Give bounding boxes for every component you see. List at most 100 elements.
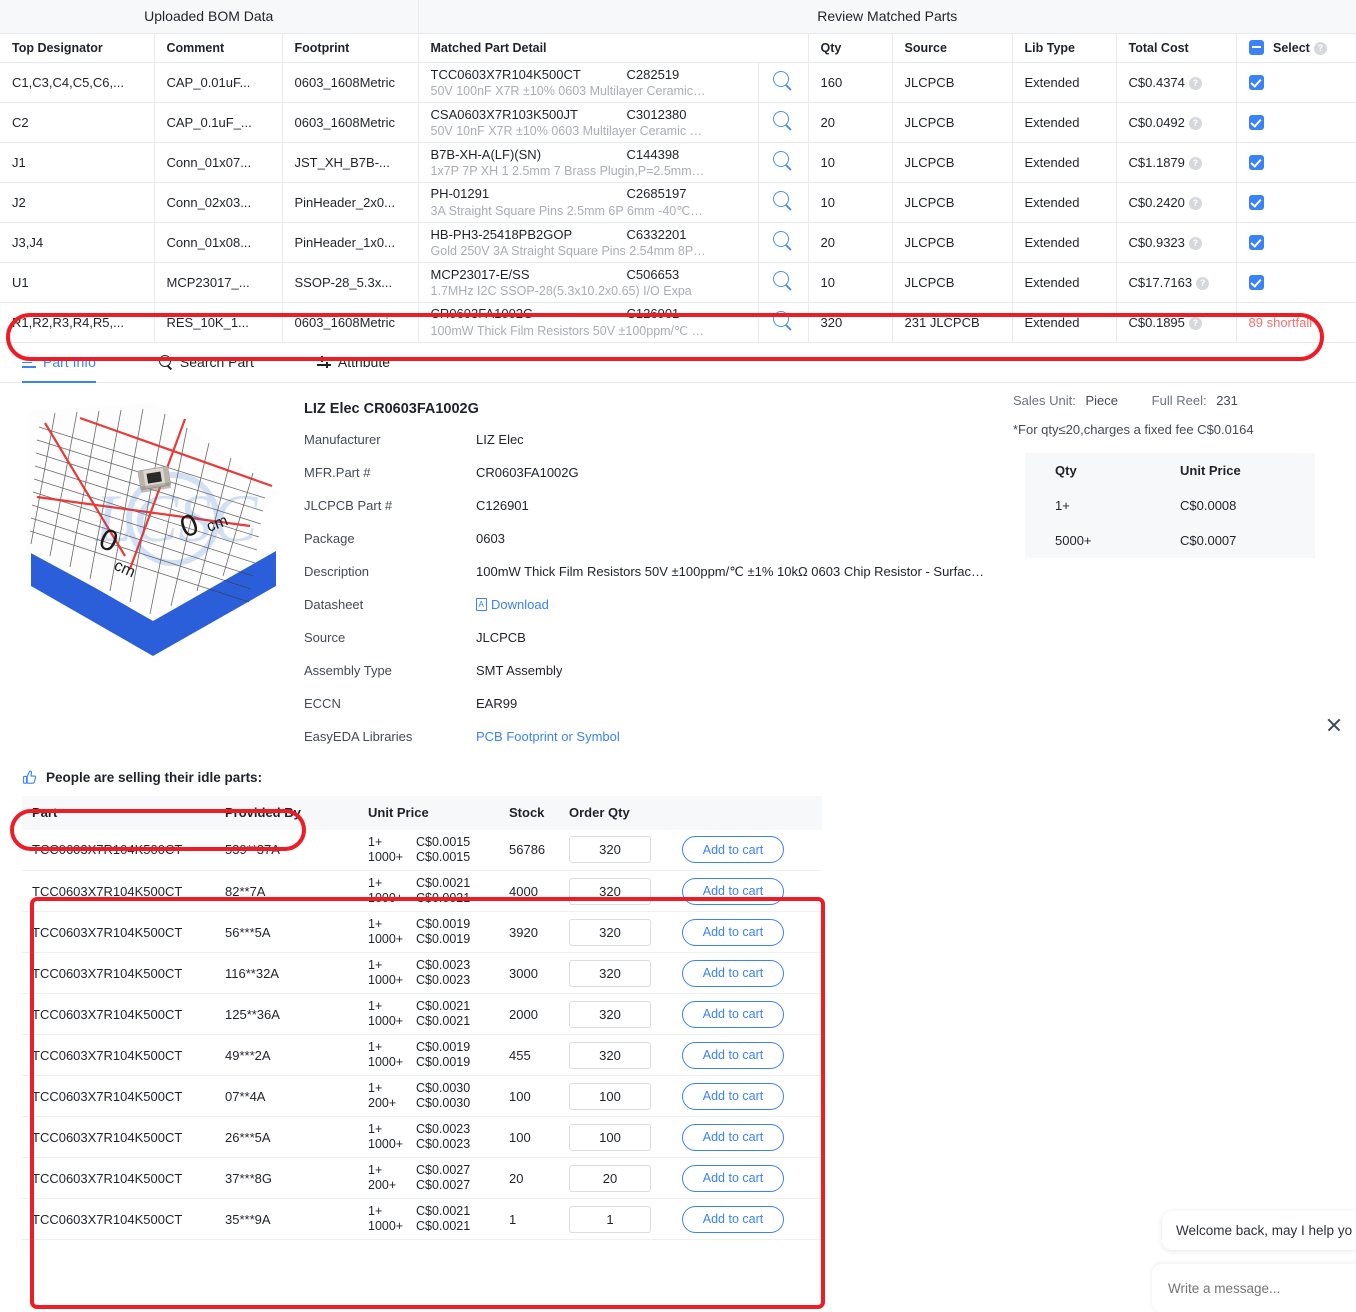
idle-cell-part: TCC0603X7R104K500CT bbox=[22, 912, 215, 953]
table-row[interactable]: J2Conn_02x03...PinHeader_2x0...PH-01291C… bbox=[0, 182, 1356, 222]
part-detail-panel: Part Info Search Part Attribute bbox=[0, 343, 1356, 762]
list-item: TCC0603X7R104K500CT82**7A1+C$0.00211000+… bbox=[22, 871, 822, 912]
table-row[interactable]: C2CAP_0.1uF_...0603_1608MetricCSA0603X7R… bbox=[0, 102, 1356, 142]
idle-cell-order-qty[interactable] bbox=[559, 994, 672, 1035]
row-select-checkbox[interactable] bbox=[1249, 275, 1264, 290]
add-to-cart-button[interactable]: Add to cart bbox=[682, 960, 784, 987]
search-part-icon[interactable] bbox=[758, 262, 808, 302]
full-reel-label: Full Reel: bbox=[1152, 393, 1207, 408]
idle-cell-action[interactable]: Add to cart bbox=[672, 1158, 822, 1199]
cell-select[interactable] bbox=[1236, 182, 1356, 222]
part-detail-body: LCSC 0 cm 0 cm bbox=[0, 383, 1356, 762]
table-row[interactable]: J1Conn_01x07...JST_XH_B7B-...B7B-XH-A(LF… bbox=[0, 142, 1356, 182]
idle-cell-action[interactable]: Add to cart bbox=[672, 871, 822, 912]
idle-cell-order-qty[interactable] bbox=[559, 871, 672, 912]
cell-select[interactable]: 89 shortfall bbox=[1236, 302, 1356, 342]
add-to-cart-button[interactable]: Add to cart bbox=[682, 836, 784, 863]
cost-help-icon[interactable]: ? bbox=[1189, 317, 1202, 330]
idle-cell-stock: 100 bbox=[499, 1117, 559, 1158]
select-help-icon[interactable]: ? bbox=[1314, 42, 1327, 55]
tab-part-info[interactable]: Part Info bbox=[22, 342, 96, 382]
add-to-cart-button[interactable]: Add to cart bbox=[682, 1042, 784, 1069]
order-qty-input[interactable] bbox=[569, 1042, 651, 1069]
cell-select[interactable] bbox=[1236, 222, 1356, 262]
idle-cell-action[interactable]: Add to cart bbox=[672, 830, 822, 871]
row-select-checkbox[interactable] bbox=[1249, 115, 1264, 130]
idle-cell-action[interactable]: Add to cart bbox=[672, 1199, 822, 1240]
cost-help-icon[interactable]: ? bbox=[1189, 117, 1202, 130]
spec-value[interactable]: Download bbox=[476, 597, 549, 612]
add-to-cart-button[interactable]: Add to cart bbox=[682, 919, 784, 946]
row-select-checkbox[interactable] bbox=[1249, 235, 1264, 250]
table-row[interactable]: C1,C3,C4,C5,C6,...CAP_0.01uF...0603_1608… bbox=[0, 62, 1356, 102]
cost-help-icon[interactable]: ? bbox=[1189, 197, 1202, 210]
order-qty-input[interactable] bbox=[569, 960, 651, 987]
search-part-icon[interactable] bbox=[758, 62, 808, 102]
cell-source: 231 JLCPCB bbox=[892, 302, 1012, 342]
idle-cell-action[interactable]: Add to cart bbox=[672, 912, 822, 953]
add-to-cart-button[interactable]: Add to cart bbox=[682, 1083, 784, 1110]
idle-cell-stock: 3920 bbox=[499, 912, 559, 953]
idle-cell-order-qty[interactable] bbox=[559, 912, 672, 953]
order-qty-input[interactable] bbox=[569, 836, 651, 863]
order-qty-input[interactable] bbox=[569, 1124, 651, 1151]
close-icon[interactable] bbox=[1326, 717, 1342, 733]
idle-cell-order-qty[interactable] bbox=[559, 1117, 672, 1158]
cost-help-icon[interactable]: ? bbox=[1196, 277, 1209, 290]
svg-text:LCSC: LCSC bbox=[94, 480, 258, 556]
search-part-icon[interactable] bbox=[758, 222, 808, 262]
cost-help-icon[interactable]: ? bbox=[1189, 77, 1202, 90]
idle-cell-part: TCC0603X7R104K500CT bbox=[22, 830, 215, 871]
idle-cell-provider: 125**36A bbox=[215, 994, 358, 1035]
idle-cell-unit-price: 1+C$0.00151000+C$0.0015 bbox=[358, 830, 499, 871]
chat-message-input[interactable] bbox=[1166, 1280, 1346, 1297]
search-part-icon[interactable] bbox=[758, 182, 808, 222]
cell-select[interactable] bbox=[1236, 262, 1356, 302]
cell-designator: R1,R2,R3,R4,R5,... bbox=[0, 302, 154, 342]
table-row[interactable]: R1,R2,R3,R4,R5,...RES_10K_1...0603_1608M… bbox=[0, 302, 1356, 342]
idle-cell-action[interactable]: Add to cart bbox=[672, 1035, 822, 1076]
add-to-cart-button[interactable]: Add to cart bbox=[682, 1206, 784, 1233]
idle-cell-order-qty[interactable] bbox=[559, 1158, 672, 1199]
cost-help-icon[interactable]: ? bbox=[1189, 157, 1202, 170]
idle-cell-action[interactable]: Add to cart bbox=[672, 1117, 822, 1158]
add-to-cart-button[interactable]: Add to cart bbox=[682, 1165, 784, 1192]
order-qty-input[interactable] bbox=[569, 919, 651, 946]
table-row[interactable]: U1MCP23017_...SSOP-28_5.3x...MCP23017-E/… bbox=[0, 262, 1356, 302]
order-qty-input[interactable] bbox=[569, 1206, 651, 1233]
add-to-cart-button[interactable]: Add to cart bbox=[682, 878, 784, 905]
row-select-checkbox[interactable] bbox=[1249, 155, 1264, 170]
tab-attribute[interactable]: Attribute bbox=[317, 342, 390, 382]
cell-select[interactable] bbox=[1236, 142, 1356, 182]
search-part-icon[interactable] bbox=[758, 102, 808, 142]
bom-table-body: C1,C3,C4,C5,C6,...CAP_0.01uF...0603_1608… bbox=[0, 62, 1356, 342]
idle-cell-order-qty[interactable] bbox=[559, 1199, 672, 1240]
select-all-checkbox[interactable] bbox=[1249, 40, 1264, 55]
idle-cell-order-qty[interactable] bbox=[559, 1076, 672, 1117]
idle-cell-order-qty[interactable] bbox=[559, 1035, 672, 1076]
search-part-icon[interactable] bbox=[758, 302, 808, 342]
order-qty-input[interactable] bbox=[569, 1165, 651, 1192]
row-select-checkbox[interactable] bbox=[1249, 75, 1264, 90]
cell-qty: 10 bbox=[808, 142, 892, 182]
tab-search-part[interactable]: Search Part bbox=[159, 342, 254, 382]
idle-cell-order-qty[interactable] bbox=[559, 830, 672, 871]
chat-input-container[interactable] bbox=[1152, 1264, 1356, 1312]
table-row[interactable]: J3,J4Conn_01x08...PinHeader_1x0...HB-PH3… bbox=[0, 222, 1356, 262]
spec-value[interactable]: PCB Footprint or Symbol bbox=[476, 729, 620, 744]
idle-cell-action[interactable]: Add to cart bbox=[672, 1076, 822, 1117]
add-to-cart-button[interactable]: Add to cart bbox=[682, 1001, 784, 1028]
idle-cell-order-qty[interactable] bbox=[559, 953, 672, 994]
row-select-checkbox[interactable] bbox=[1249, 195, 1264, 210]
order-qty-input[interactable] bbox=[569, 1001, 651, 1028]
cell-comment: RES_10K_1... bbox=[154, 302, 282, 342]
search-part-icon[interactable] bbox=[758, 142, 808, 182]
order-qty-input[interactable] bbox=[569, 1083, 651, 1110]
add-to-cart-button[interactable]: Add to cart bbox=[682, 1124, 784, 1151]
cell-select[interactable] bbox=[1236, 62, 1356, 102]
idle-cell-action[interactable]: Add to cart bbox=[672, 953, 822, 994]
idle-cell-action[interactable]: Add to cart bbox=[672, 994, 822, 1035]
cost-help-icon[interactable]: ? bbox=[1189, 237, 1202, 250]
cell-select[interactable] bbox=[1236, 102, 1356, 142]
order-qty-input[interactable] bbox=[569, 878, 651, 905]
